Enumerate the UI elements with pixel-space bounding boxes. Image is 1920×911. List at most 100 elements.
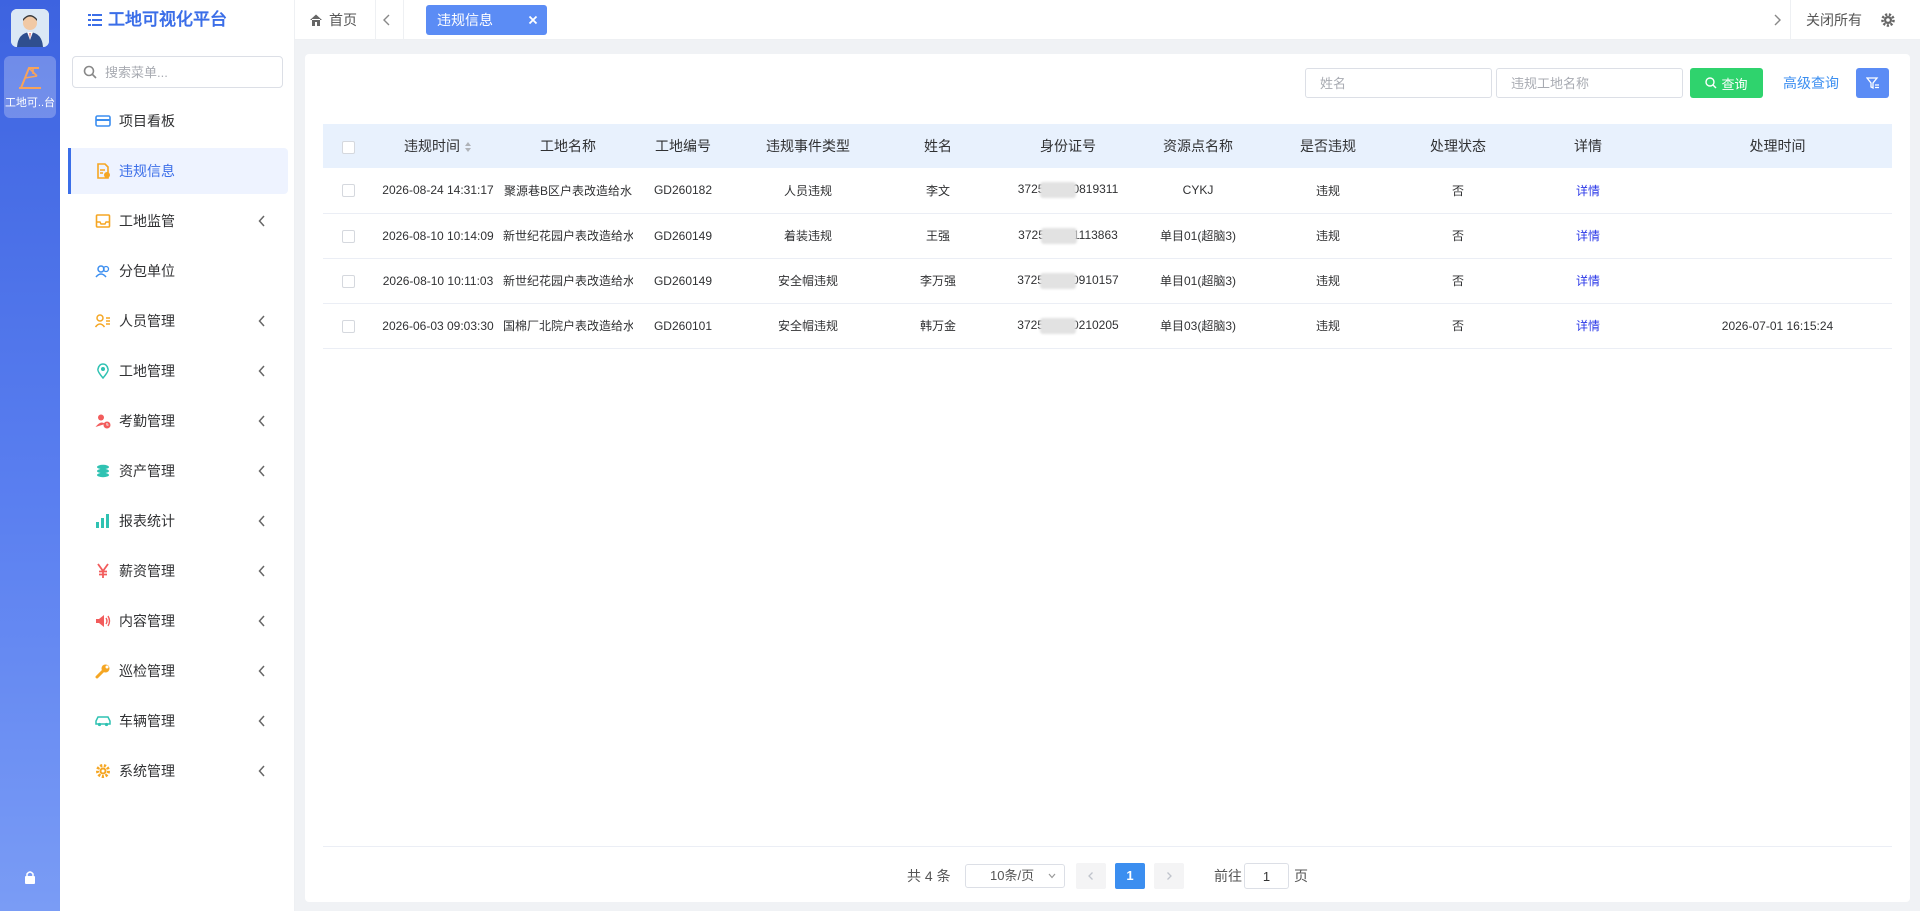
cell-name: 王强 bbox=[883, 213, 993, 259]
sidebar-item-project-board[interactable]: 项目看板 bbox=[68, 98, 288, 144]
goto-label: 前往 bbox=[1214, 868, 1242, 884]
card-icon bbox=[95, 115, 111, 127]
row-select-cell bbox=[323, 213, 373, 259]
tab-violation-info[interactable]: 违规信息 bbox=[426, 5, 547, 35]
app-label: 工地可..台 bbox=[4, 97, 56, 109]
filter-icon bbox=[1865, 77, 1879, 90]
cell-name: 韩万金 bbox=[883, 303, 993, 349]
close-icon[interactable] bbox=[525, 12, 541, 28]
cell-status: 否 bbox=[1403, 258, 1513, 304]
chevron-left-icon bbox=[258, 515, 265, 527]
next-page-button[interactable] bbox=[1154, 863, 1184, 889]
table-row[interactable]: 2026-08-10 10:11:03 新世纪花园户表改造给水 GD260149… bbox=[323, 258, 1892, 304]
sidebar-menu: 项目看板 违规信息 工地监管 分包单位 人员管理 工地管理 考勤管理 资产管理 … bbox=[68, 98, 288, 798]
sidebar-item-content[interactable]: 内容管理 bbox=[68, 598, 288, 644]
site-name-filter-input[interactable] bbox=[1496, 68, 1683, 98]
divider bbox=[375, 0, 376, 40]
cell-id-number: 3725 0210205 bbox=[993, 303, 1143, 349]
cell-resource: 单目01(超脑3) bbox=[1143, 213, 1253, 259]
sidebar-item-site-supervision[interactable]: 工地监管 bbox=[68, 198, 288, 244]
cell-code: GD260149 bbox=[633, 258, 733, 304]
sidebar-item-site-management[interactable]: 工地管理 bbox=[68, 348, 288, 394]
chevron-left-icon bbox=[258, 465, 265, 477]
column-header-id-number: 身份证号 bbox=[993, 124, 1143, 168]
row-select-cell bbox=[323, 168, 373, 214]
page-suffix: 页 bbox=[1294, 868, 1308, 884]
cell-time: 2026-08-10 10:14:09 bbox=[373, 213, 503, 259]
menu-search[interactable] bbox=[72, 56, 283, 88]
filter-button[interactable] bbox=[1856, 68, 1889, 98]
query-button[interactable]: 查询 bbox=[1690, 68, 1763, 98]
column-header-time[interactable]: 违规时间 bbox=[373, 124, 503, 168]
sidebar-item-assets[interactable]: 资产管理 bbox=[68, 448, 288, 494]
name-filter-input[interactable] bbox=[1305, 68, 1492, 98]
sidebar-item-personnel[interactable]: 人员管理 bbox=[68, 298, 288, 344]
detail-link[interactable]: 详情 bbox=[1576, 274, 1600, 288]
masked-region bbox=[1039, 272, 1076, 289]
sidebar-item-subcontractors[interactable]: 分包单位 bbox=[68, 248, 288, 294]
prev-page-button[interactable] bbox=[1076, 863, 1106, 889]
cell-status: 否 bbox=[1403, 303, 1513, 349]
bar-chart-icon bbox=[96, 514, 109, 528]
sidebar-item-inspection[interactable]: 巡检管理 bbox=[68, 648, 288, 694]
app-switch-construction[interactable]: 工地可..台 bbox=[4, 56, 56, 118]
close-all-tabs-button[interactable]: 关闭所有 bbox=[1806, 0, 1862, 40]
inbox-icon bbox=[95, 214, 111, 228]
list-icon bbox=[88, 14, 102, 26]
table-row[interactable]: 2026-08-24 14:31:17 聚源巷B区户表改造给水 GD260182… bbox=[323, 168, 1892, 214]
sidebar-item-system[interactable]: 系统管理 bbox=[68, 748, 288, 794]
user-clock-icon bbox=[95, 414, 111, 429]
page-size-select[interactable]: 10条/页 bbox=[965, 864, 1065, 888]
cell-type: 人员违规 bbox=[733, 168, 883, 214]
sidebar-item-label: 人员管理 bbox=[119, 313, 175, 329]
row-select-cell bbox=[323, 303, 373, 349]
menu-search-input[interactable] bbox=[105, 64, 275, 80]
row-checkbox[interactable] bbox=[341, 319, 355, 333]
tab-home[interactable]: 首页 bbox=[309, 0, 357, 40]
cell-detail: 详情 bbox=[1513, 213, 1663, 259]
pagination: 共 4 条 10条/页 1 前往 页 bbox=[305, 862, 1910, 890]
sidebar-item-salary[interactable]: 薪资管理 bbox=[68, 548, 288, 594]
row-checkbox[interactable] bbox=[341, 274, 355, 288]
detail-link[interactable]: 详情 bbox=[1576, 229, 1600, 243]
table-row[interactable]: 2026-08-10 10:14:09 新世纪花园户表改造给水 GD260149… bbox=[323, 213, 1892, 259]
chevron-left-icon bbox=[258, 665, 265, 677]
cell-site: 新世纪花园户表改造给水 bbox=[503, 258, 633, 304]
row-select-cell bbox=[323, 258, 373, 304]
cell-name: 李文 bbox=[883, 168, 993, 214]
sidebar-item-attendance[interactable]: 考勤管理 bbox=[68, 398, 288, 444]
search-icon bbox=[83, 65, 97, 79]
cell-status: 否 bbox=[1403, 213, 1513, 259]
cell-time: 2026-08-24 14:31:17 bbox=[373, 168, 503, 214]
advanced-query-link[interactable]: 高级查询 bbox=[1783, 68, 1839, 98]
user-avatar[interactable] bbox=[11, 9, 49, 47]
goto-page-input[interactable] bbox=[1244, 863, 1289, 889]
row-checkbox[interactable] bbox=[341, 184, 355, 198]
detail-link[interactable]: 详情 bbox=[1576, 319, 1600, 333]
cell-handled-time: 2026-07-01 16:15:24 bbox=[1663, 303, 1892, 349]
main-card: 查询 高级查询 违规时间 工地名称 工地编号 违规事件类型 姓名 身份证号 bbox=[305, 54, 1910, 902]
cell-type: 着装违规 bbox=[733, 213, 883, 259]
select-all-checkbox[interactable] bbox=[341, 140, 355, 154]
cell-time: 2026-08-10 10:11:03 bbox=[373, 258, 503, 304]
tab-scroll-right-icon[interactable] bbox=[1769, 12, 1785, 28]
brand-title[interactable]: 工地可视化平台 bbox=[88, 0, 227, 40]
sidebar-item-violation-info[interactable]: 违规信息 bbox=[68, 148, 288, 194]
column-header-event-type: 违规事件类型 bbox=[733, 124, 883, 168]
sidebar-item-reports[interactable]: 报表统计 bbox=[68, 498, 288, 544]
detail-link[interactable]: 详情 bbox=[1576, 184, 1600, 198]
location-icon bbox=[97, 363, 109, 379]
divider bbox=[1790, 0, 1791, 40]
sidebar-item-label: 工地监管 bbox=[119, 213, 175, 229]
row-checkbox[interactable] bbox=[341, 229, 355, 243]
query-button-label: 查询 bbox=[1721, 76, 1748, 92]
sidebar-item-label: 系统管理 bbox=[119, 763, 175, 779]
tab-scroll-left-icon[interactable] bbox=[379, 12, 395, 28]
sort-icon[interactable] bbox=[464, 141, 472, 153]
table-row[interactable]: 2026-06-03 09:03:30 国棉厂北院户表改造给水 GD260101… bbox=[323, 303, 1892, 349]
page-number-current[interactable]: 1 bbox=[1115, 863, 1145, 889]
gear-icon[interactable] bbox=[1880, 12, 1896, 28]
tab-active-label: 违规信息 bbox=[437, 12, 493, 28]
lock-icon[interactable] bbox=[24, 870, 36, 884]
sidebar-item-vehicles[interactable]: 车辆管理 bbox=[68, 698, 288, 744]
